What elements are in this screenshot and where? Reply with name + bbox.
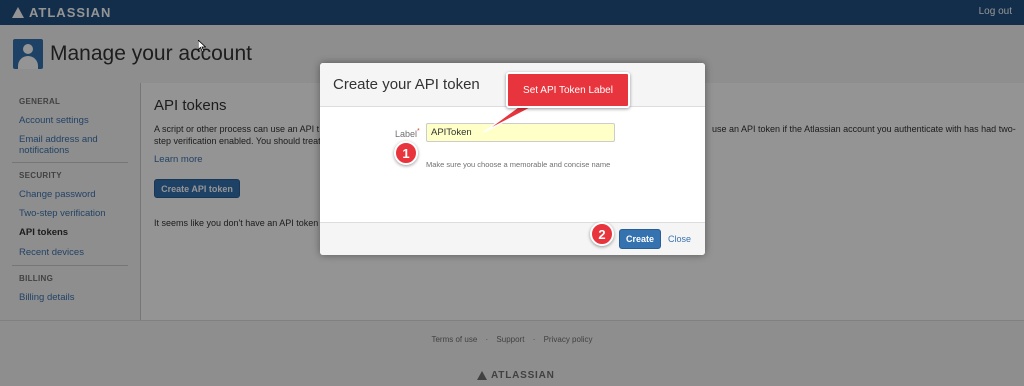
step-2-badge: 2	[590, 222, 614, 246]
mouse-pointer-icon	[198, 40, 206, 52]
step-1-badge: 1	[394, 141, 418, 165]
required-marker: *	[417, 128, 420, 135]
label-hint: Make sure you choose a memorable and con…	[426, 160, 611, 169]
close-link[interactable]: Close	[668, 234, 691, 244]
label-text: Label	[395, 129, 418, 139]
label-field-label: Label*	[395, 128, 420, 139]
annotation-callout: Set API Token Label	[506, 72, 630, 108]
create-button[interactable]: Create	[619, 229, 661, 249]
dialog-title: Create your API token	[333, 76, 480, 93]
